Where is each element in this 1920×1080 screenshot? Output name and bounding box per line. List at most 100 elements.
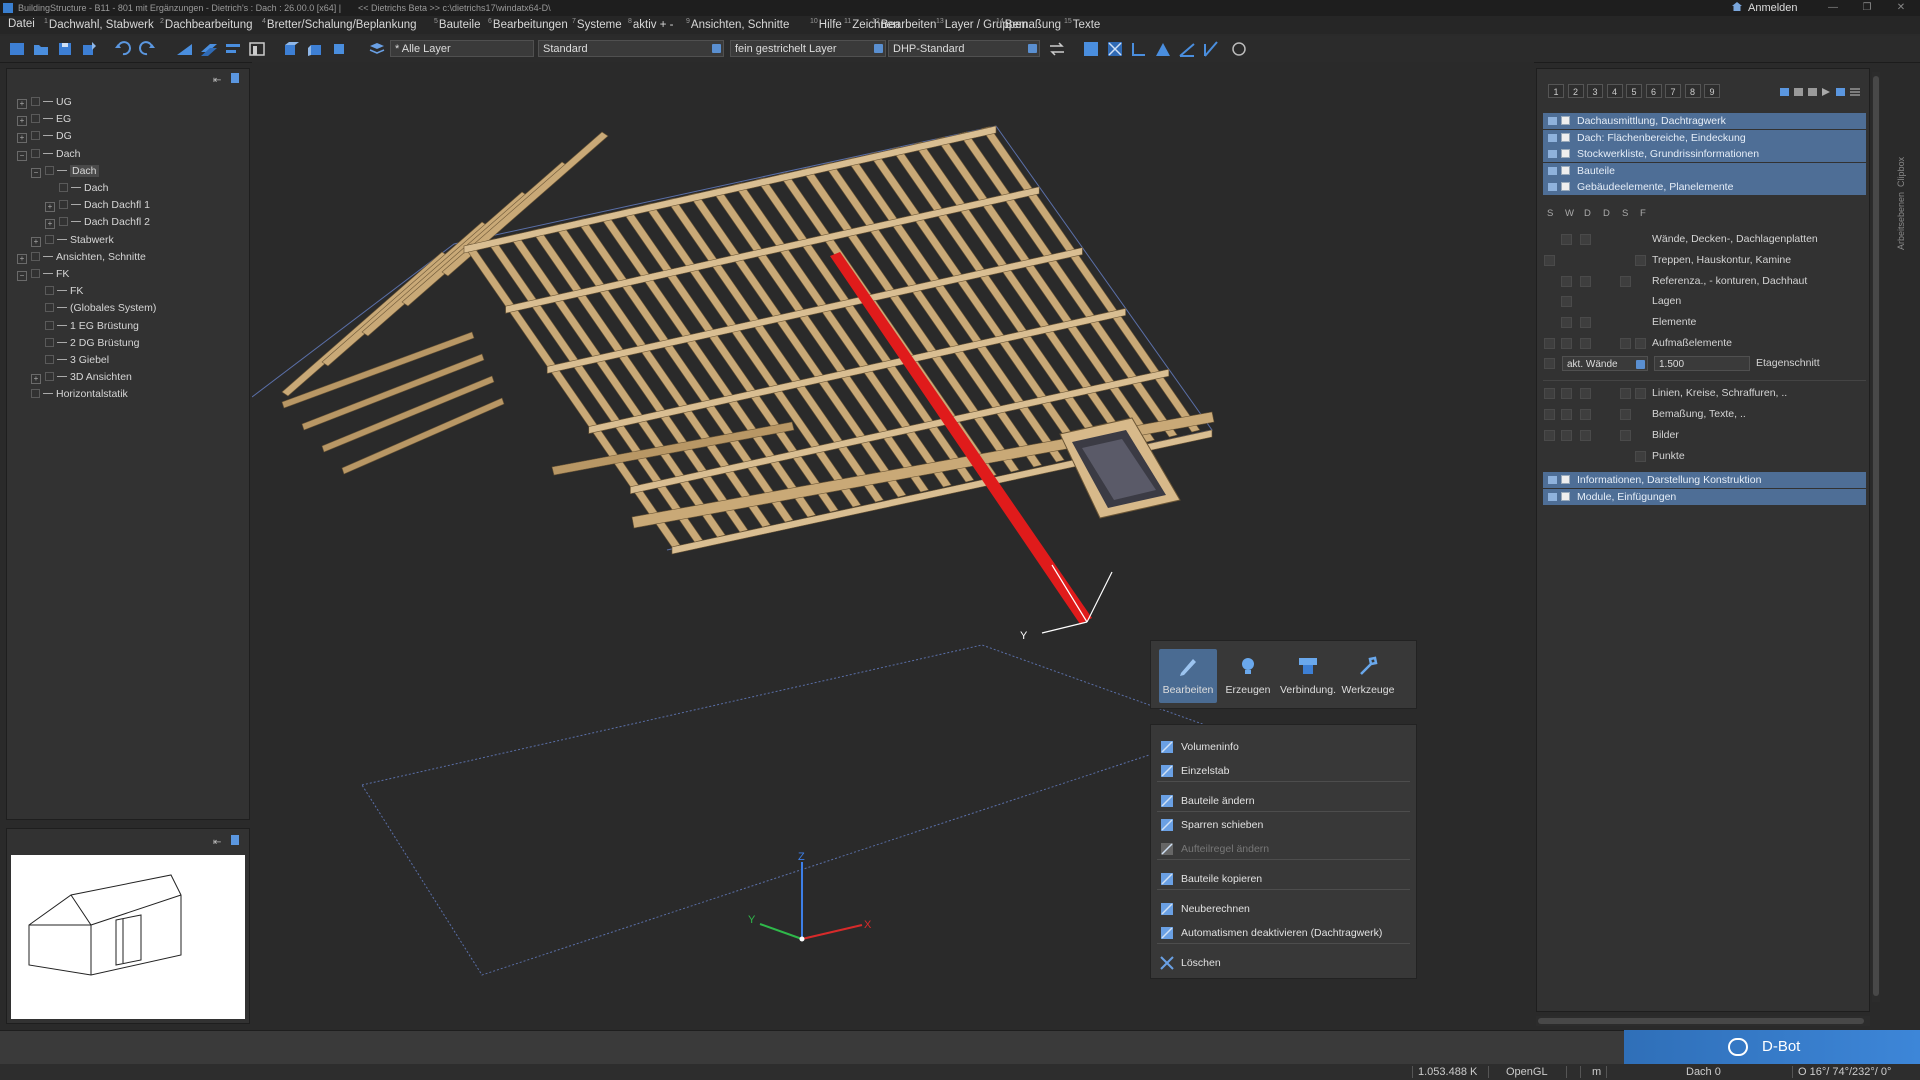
layer-row[interactable]: Elemente [1652,316,1696,328]
layer-row[interactable]: Wände, Decken-, Dachlagenplatten [1652,233,1818,245]
layer-row[interactable]: Bilder [1652,429,1679,441]
tree-checkbox[interactable] [45,303,54,313]
layer-row[interactable]: Linien, Kreise, Schraffuren, .. [1652,387,1787,399]
visibility-checkbox[interactable] [1580,317,1591,328]
visibility-checkbox[interactable] [1544,430,1555,441]
new-file-icon[interactable] [8,40,26,58]
dbot-button[interactable]: D-Bot [1624,1030,1920,1064]
visibility-checkbox[interactable] [1561,388,1572,399]
tree-checkbox[interactable] [45,337,54,347]
dock-icon[interactable] [231,835,239,845]
menu-item-7[interactable]: 8aktiv + - [628,18,674,31]
expand-icon[interactable]: + [17,253,27,264]
layer-tab-6[interactable]: 6 [1645,84,1662,98]
tree-item[interactable]: 2 DG Brüstung [31,336,139,350]
layer-group[interactable]: Stockwerkliste, Grundrissinformationen [1543,146,1866,162]
menu-item-1[interactable]: 1Dachwahl, Stabwerk [44,18,154,31]
tree-item[interactable]: 3 Giebel [31,353,109,367]
menu-item-9[interactable]: 10Hilfe [810,18,842,31]
tree-item[interactable]: Dach [45,181,109,195]
visibility-checkbox[interactable] [1580,409,1591,420]
expand-icon[interactable] [1548,117,1557,125]
tab-bearbeiten[interactable]: Bearbeiten [1159,649,1217,703]
visibility-checkbox[interactable] [1561,338,1572,349]
layer-tab-2[interactable]: 2 [1567,84,1584,98]
visibility-checkbox[interactable] [1544,409,1555,420]
menu-item-8[interactable]: 9Ansichten, Schnitte [686,18,789,31]
menu-item-sparren-schieben[interactable]: Sparren schieben [1181,819,1263,831]
menu-item-automatismen-deaktivieren-dachtragwerk[interactable]: Automatismen deaktivieren (Dachtragwerk) [1181,927,1382,939]
visibility-checkbox[interactable] [1620,409,1631,420]
horizontal-scrollbar[interactable] [1536,1016,1870,1026]
collapse-icon[interactable]: − [17,271,27,281]
angle-icon[interactable] [1178,40,1196,58]
visibility-checkbox[interactable] [1620,388,1631,399]
expand-icon[interactable]: + [45,202,55,213]
linetype-select[interactable]: fein gestrichelt Layer [730,40,886,57]
tab-arbeitsebenen[interactable]: Arbeitsebenen [1896,192,1906,250]
visibility-checkbox[interactable] [1635,338,1646,349]
tree-checkbox[interactable] [59,217,68,227]
menu-item-bauteile-kopieren[interactable]: Bauteile kopieren [1181,873,1262,885]
standard-select[interactable]: DHP-Standard [888,40,1040,57]
visibility-checkbox[interactable] [1580,388,1591,399]
menu-item-5[interactable]: 6Bearbeitungen [488,18,568,31]
layer-checkbox[interactable] [1561,165,1570,175]
expand-icon[interactable]: + [31,236,41,247]
menu-item-13[interactable]: 14Bemaßung [996,18,1061,31]
expand-icon[interactable] [1548,166,1557,175]
visibility-checkbox[interactable] [1561,234,1572,245]
etagen-select[interactable]: akt. Wände [1562,356,1648,371]
tree-checkbox[interactable] [45,320,54,330]
roof-timber-group[interactable] [251,125,1215,555]
layer-row[interactable]: Bemaßung, Texte, .. [1652,408,1746,420]
tree-checkbox[interactable] [45,286,54,296]
tree-item[interactable]: + Stabwerk [31,233,114,247]
roof-tool-icon[interactable] [176,40,194,58]
layer-group[interactable]: Bauteile [1543,162,1866,179]
layer-row[interactable]: Referenza., - konturen, Dachhaut [1652,275,1807,287]
view-side-icon[interactable] [306,40,324,58]
etagen-value-input[interactable]: 1.500 [1654,356,1750,371]
visibility-checkbox[interactable] [1580,276,1591,287]
layer-checkbox[interactable] [1561,475,1570,484]
tree-item[interactable]: + DG [17,129,72,144]
tab-clipbox[interactable]: Clipbox [1896,157,1906,187]
visibility-checkbox[interactable] [1580,430,1591,441]
triangle-icon[interactable] [1154,40,1172,58]
tree-item[interactable]: (Globales System) [31,301,156,315]
restore-icon[interactable]: ❐ [1852,0,1882,16]
menu-item-0[interactable]: Datei [8,18,35,30]
visibility-checkbox[interactable] [1544,358,1555,369]
menu-item-löschen[interactable]: Löschen [1181,957,1221,969]
tree-item[interactable]: + Ansichten, Schnitte [17,250,146,264]
select-box-icon[interactable] [1082,40,1100,58]
batten[interactable] [546,247,1083,374]
expand-icon[interactable]: + [45,219,55,230]
style-select[interactable]: Standard [538,40,724,57]
tree-checkbox[interactable] [31,131,40,141]
collapse-icon[interactable]: − [17,150,27,161]
login-button[interactable]: Anmelden [1732,0,1798,16]
open-folder-icon[interactable] [32,40,50,58]
mini-view-canvas[interactable] [11,855,245,1019]
tree-checkbox[interactable] [31,114,40,124]
tree-item[interactable]: +3D Ansichten [31,370,132,385]
layer-group[interactable]: Informationen, Darstellung Konstruktion [1543,472,1866,488]
scrollbar-thumb[interactable] [1873,76,1879,996]
menu-item-11[interactable]: 12Bearbeiten [872,18,936,31]
pin-icon[interactable]: ⇤ [213,837,221,848]
batten[interactable] [505,186,1040,314]
layer-select[interactable]: * Alle Layer [390,40,534,57]
tree-item[interactable]: 1 EG Brüstung [31,319,139,333]
layer-checkbox[interactable] [1561,491,1570,501]
skylight-window[interactable] [1059,417,1181,519]
tab-verbindung[interactable]: Verbindung. [1279,649,1337,703]
unit-label[interactable]: m [1592,1064,1601,1080]
tree-checkbox[interactable] [45,355,54,364]
tree-item[interactable]: FK [31,284,83,298]
visibility-checkbox[interactable] [1580,338,1591,349]
tab-werkzeuge[interactable]: Werkzeuge [1339,649,1397,703]
tree-checkbox[interactable] [31,97,40,106]
view-iso-icon[interactable] [330,40,348,58]
